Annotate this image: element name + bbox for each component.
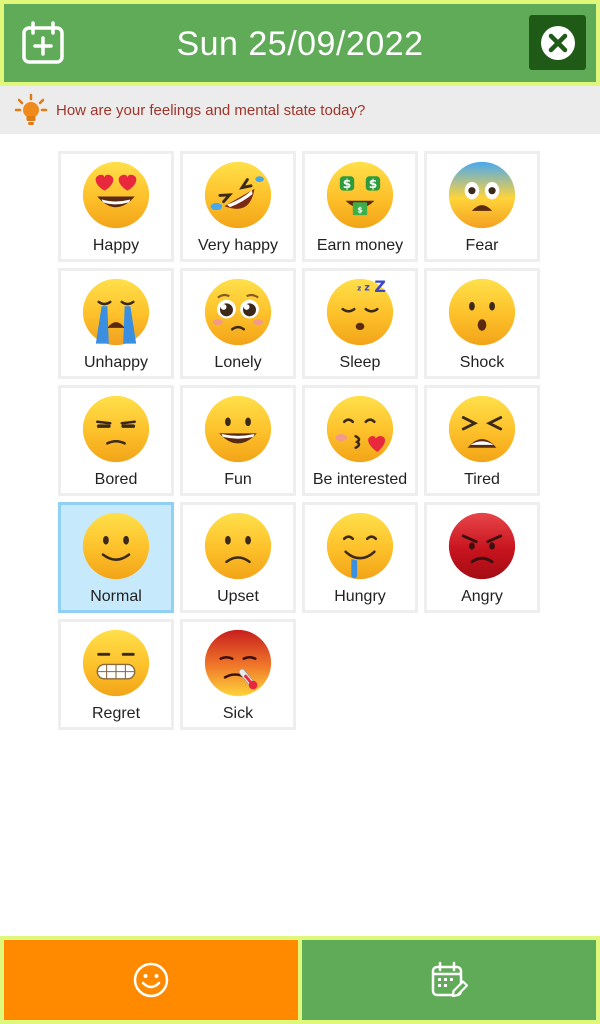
mood-label: Bored — [94, 471, 138, 488]
mood-label: Fear — [465, 237, 499, 254]
svg-text:$: $ — [369, 177, 378, 191]
calendar-tab-button[interactable] — [298, 936, 600, 1024]
date-title: Sun 25/09/2022 — [176, 25, 424, 63]
mood-option-tired[interactable]: Tired — [424, 385, 540, 496]
hushed-face-icon — [448, 278, 516, 346]
fearful-face-icon — [448, 161, 516, 229]
mood-label: Unhappy — [83, 354, 149, 371]
mood-tab-button[interactable] — [0, 936, 302, 1024]
grinning-face-icon — [204, 395, 272, 463]
mood-label: Angry — [461, 588, 503, 605]
mood-label: Tired — [464, 471, 500, 488]
mood-label: Shock — [459, 354, 505, 371]
close-button[interactable] — [529, 15, 586, 70]
grimacing-face-icon — [82, 629, 150, 697]
mood-label: Upset — [217, 588, 259, 605]
mood-label: Hungry — [334, 588, 386, 605]
mood-label: Normal — [90, 588, 142, 605]
calendar-add-icon — [22, 21, 64, 64]
mood-option-fear[interactable]: Fear — [424, 151, 540, 262]
mood-option-shock[interactable]: Shock — [424, 268, 540, 379]
header-bar: Sun 25/09/2022 — [0, 0, 600, 86]
mood-option-regret[interactable]: Regret — [58, 619, 174, 730]
mood-option-sleep[interactable]: Z z z Sleep — [302, 268, 418, 379]
question-prompt: How are your feelings and mental state t… — [0, 86, 600, 134]
svg-text:Z: Z — [374, 277, 385, 296]
mood-option-upset[interactable]: Upset — [180, 502, 296, 613]
mood-option-angry[interactable]: Angry — [424, 502, 540, 613]
crying-face-icon — [82, 278, 150, 346]
mood-label: Fun — [224, 471, 252, 488]
sleeping-face-icon: Z z z — [326, 277, 394, 346]
mood-option-happy[interactable]: Happy — [58, 151, 174, 262]
money-mouth-face-icon: $ $ $ — [326, 161, 394, 229]
heart-eyes-face-icon — [82, 161, 150, 229]
mood-option-fun[interactable]: Fun — [180, 385, 296, 496]
calendar-edit-icon — [431, 961, 469, 998]
mood-option-lonely[interactable]: Lonely — [180, 268, 296, 379]
rolling-laughing-face-icon — [204, 161, 272, 229]
mood-label: Regret — [91, 705, 141, 722]
mood-label: Lonely — [214, 354, 262, 371]
kissing-face-icon — [326, 395, 394, 463]
mood-option-bored[interactable]: Bored — [58, 385, 174, 496]
mood-label: Sick — [222, 705, 254, 722]
svg-text:$: $ — [357, 205, 363, 214]
mood-option-be-interested[interactable]: Be interested — [302, 385, 418, 496]
mood-option-normal[interactable]: Normal — [58, 502, 174, 613]
svg-text:z: z — [357, 283, 361, 292]
mood-option-unhappy[interactable]: Unhappy — [58, 268, 174, 379]
slightly-smiling-face-icon — [82, 512, 150, 580]
angry-face-icon — [448, 512, 516, 580]
calendar-add-button[interactable] — [20, 20, 66, 66]
svg-text:z: z — [364, 282, 369, 293]
mood-label: Very happy — [197, 237, 279, 254]
lightbulb-icon — [14, 93, 48, 125]
close-icon — [540, 25, 575, 60]
bottom-tab-bar — [0, 936, 600, 1024]
mood-option-hungry[interactable]: Hungry — [302, 502, 418, 613]
mood-label: Happy — [92, 237, 140, 254]
mood-option-very-happy[interactable]: Very happy — [180, 151, 296, 262]
mood-label: Sleep — [339, 354, 381, 371]
mood-grid: Happy Very happy $ $ $ Earn money Fear U… — [58, 151, 544, 730]
unamused-face-icon — [82, 395, 150, 463]
mood-label: Be interested — [312, 471, 408, 488]
tired-face-icon — [448, 395, 516, 463]
frowning-face-icon — [204, 512, 272, 580]
svg-text:$: $ — [343, 177, 352, 191]
thermometer-face-icon — [204, 629, 272, 697]
prompt-text: How are your feelings and mental state t… — [56, 101, 366, 119]
pleading-face-icon — [204, 278, 272, 346]
smiley-icon — [133, 962, 169, 998]
mood-option-sick[interactable]: Sick — [180, 619, 296, 730]
mood-label: Earn money — [316, 237, 404, 254]
mood-option-earn-money[interactable]: $ $ $ Earn money — [302, 151, 418, 262]
drooling-face-icon — [326, 512, 394, 580]
